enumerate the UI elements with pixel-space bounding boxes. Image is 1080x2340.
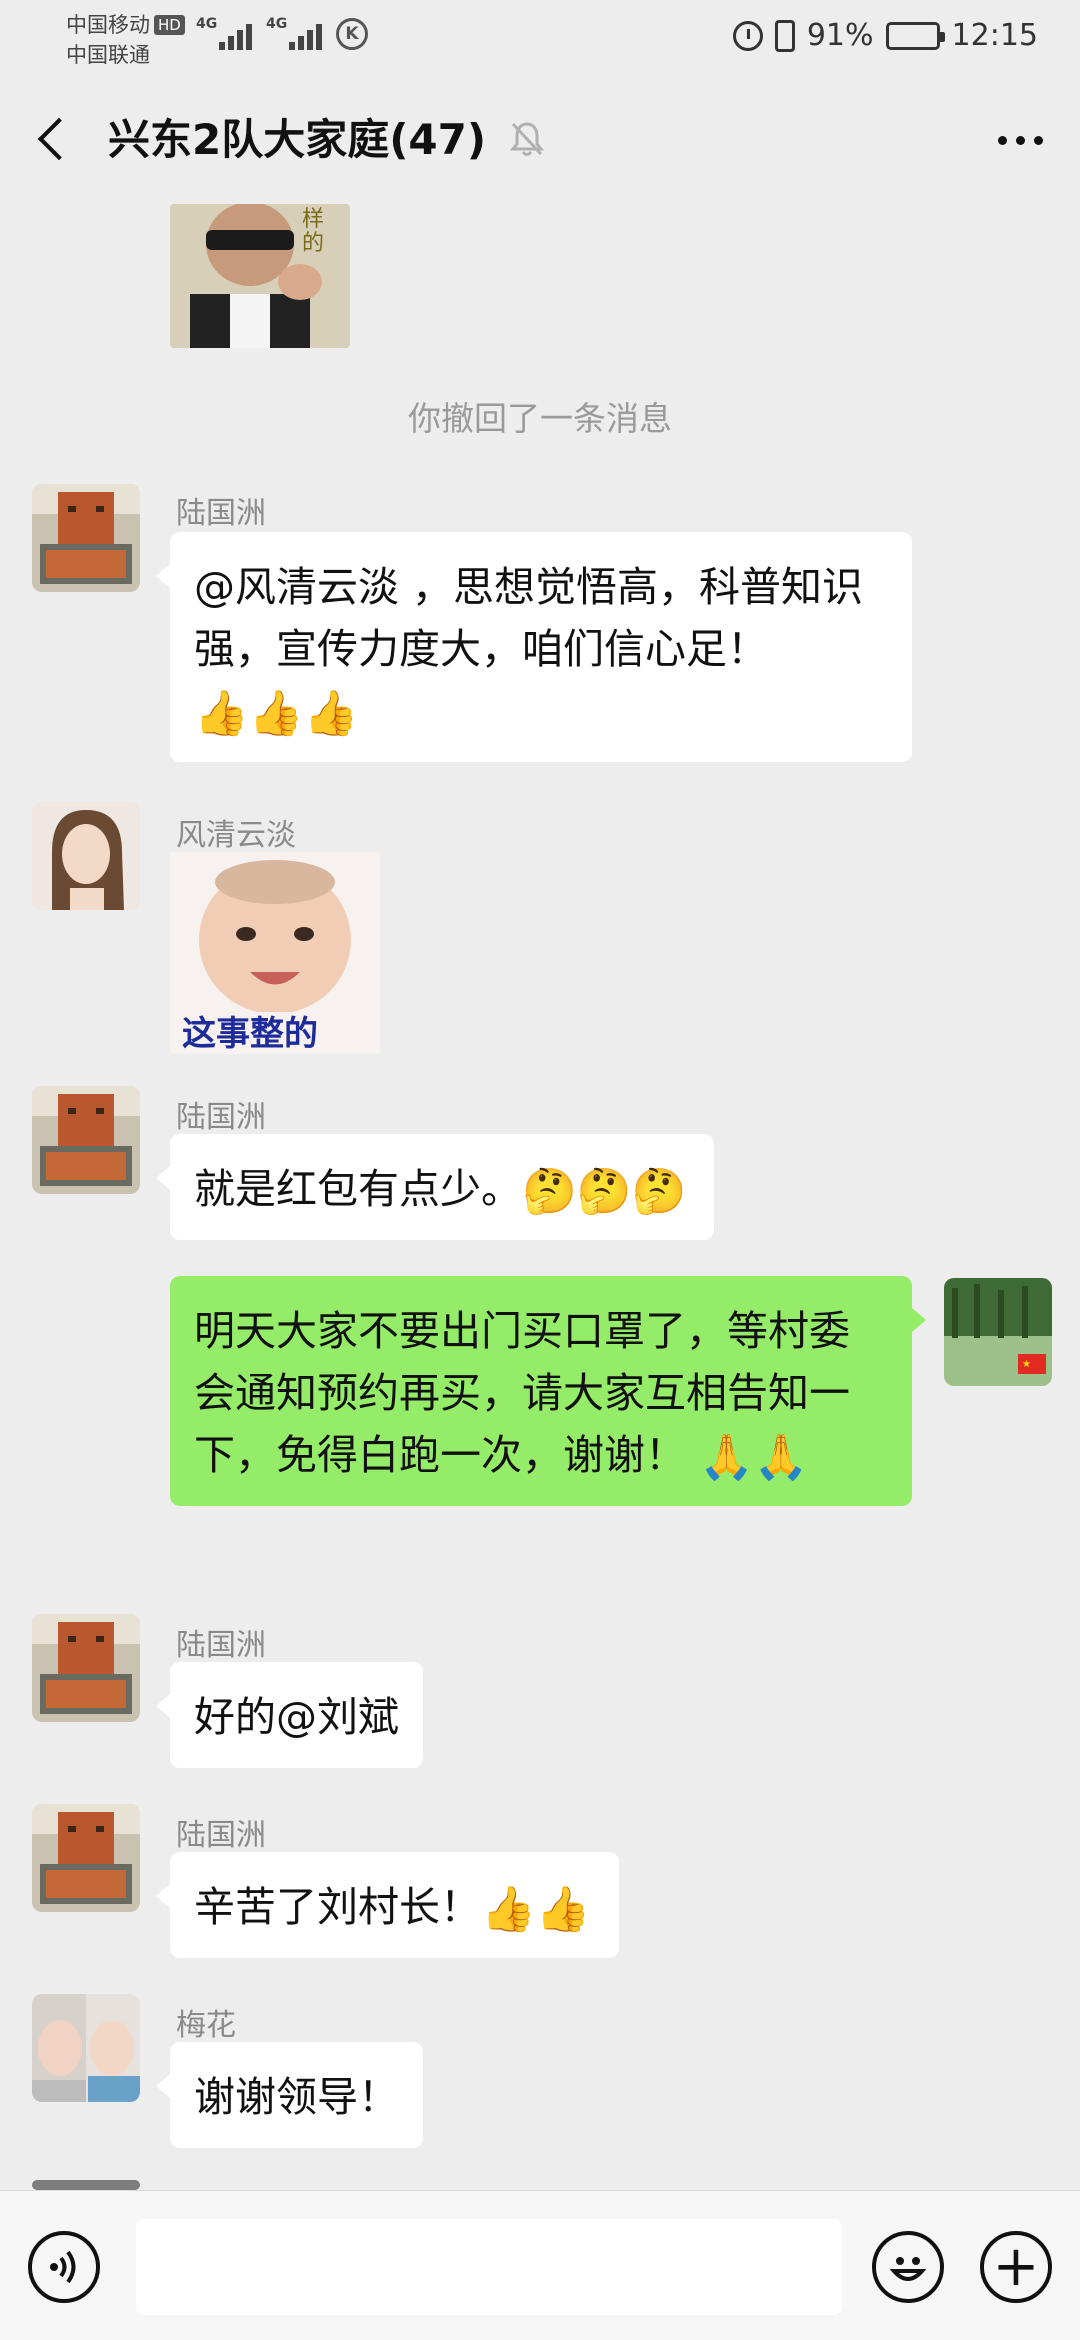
sticker-image[interactable]: 样 的 <box>170 204 350 348</box>
sender-name: 梅花 <box>176 2008 236 2043</box>
avatar[interactable] <box>32 1614 140 1722</box>
message-bubble[interactable]: 谢谢领导！ <box>156 2042 423 2148</box>
status-right: 91% 12:15 <box>732 18 1038 53</box>
avatar[interactable] <box>32 1804 140 1912</box>
message-bubble[interactable]: @风清云淡 ，思想觉悟高，科普知识强，宣传力度大，咱们信心足！ 👍👍👍 <box>156 532 912 762</box>
svg-text:的: 的 <box>302 231 324 256</box>
clock: 12:15 <box>951 18 1038 53</box>
vibrate-icon <box>774 19 795 52</box>
signal-icon: 4G <box>196 16 252 50</box>
voice-icon[interactable] <box>28 2231 100 2303</box>
message-bubble[interactable]: 就是红包有点少。🤔🤔🤔 <box>155 1134 715 1240</box>
more-dots-icon[interactable] <box>990 120 1050 160</box>
carrier1: 中国移动 <box>66 13 150 37</box>
avatar[interactable] <box>32 802 140 910</box>
avatar[interactable] <box>32 1086 140 1194</box>
signal-icon: 4G <box>266 16 322 50</box>
plus-icon[interactable]: + <box>980 2231 1052 2303</box>
back-arrow-icon[interactable] <box>32 116 72 164</box>
message-bubble-own[interactable]: 明天大家不要出门买口罩了，等村委会通知预约再买，请大家互相告知一下，免得白跑一次… <box>170 1276 926 1506</box>
svg-text:样: 样 <box>302 207 324 232</box>
my-avatar[interactable]: ★ <box>944 1278 1052 1386</box>
message-text: 好的@刘斌 <box>194 1693 399 1741</box>
thumbs-up-emoji: 👍👍👍 <box>194 688 359 739</box>
carrier2: 中国联通 <box>66 43 150 67</box>
avatar[interactable] <box>32 2180 140 2190</box>
emoji-icon[interactable] <box>872 2231 944 2303</box>
sender-name: 陆国洲 <box>176 496 266 531</box>
message-bubble[interactable]: 好的@刘斌 <box>156 1662 423 1768</box>
message-text: 谢谢领导！ <box>194 2073 399 2121</box>
message-text: @风清云淡 ，思想觉悟高，科普知识强，宣传力度大，咱们信心足！ <box>194 563 864 673</box>
input-bar: + <box>0 2190 1080 2340</box>
battery-percent: 91% <box>806 18 874 53</box>
chat-title: 兴东2队大家庭(47) <box>108 115 487 164</box>
message-input[interactable] <box>136 2219 842 2315</box>
sender-name: 风清云淡 <box>176 818 296 853</box>
thumbs-up-emoji: 👍👍 <box>481 1884 591 1935</box>
sender-name: 陆国洲 <box>176 1818 266 1853</box>
k-icon: K <box>336 18 368 50</box>
svg-text:★: ★ <box>1022 1359 1031 1370</box>
sender-name: 陆国洲 <box>176 1628 266 1663</box>
alarm-icon <box>732 20 763 51</box>
message-text: 就是红包有点少。 <box>194 1165 522 1213</box>
sticker-caption: 这事整的 <box>182 1014 318 1054</box>
system-message: 你撤回了一条消息 <box>408 399 672 438</box>
sticker-image[interactable]: 这事整的 <box>170 852 380 1054</box>
pray-emoji: 🙏🙏 <box>699 1432 809 1483</box>
message-bubble[interactable]: 辛苦了刘村长！👍👍 <box>156 1852 619 1958</box>
bell-off-icon <box>509 120 545 166</box>
avatar[interactable] <box>32 1994 140 2102</box>
status-bar: 中国移动 HD 中国联通 4G 4G K 91% 12:15 <box>0 0 1080 76</box>
chat-header: 兴东2队大家庭(47) <box>0 80 1080 200</box>
avatar[interactable] <box>32 484 140 592</box>
thinking-emoji: 🤔🤔🤔 <box>522 1166 687 1217</box>
hd-badge: HD <box>154 15 185 35</box>
signal-indicators: 4G 4G K <box>196 16 368 50</box>
battery-icon <box>885 21 945 50</box>
message-text: 辛苦了刘村长！ <box>194 1883 481 1931</box>
sender-name: 陆国洲 <box>176 1100 266 1135</box>
carrier-info: 中国移动 HD 中国联通 <box>66 10 185 70</box>
